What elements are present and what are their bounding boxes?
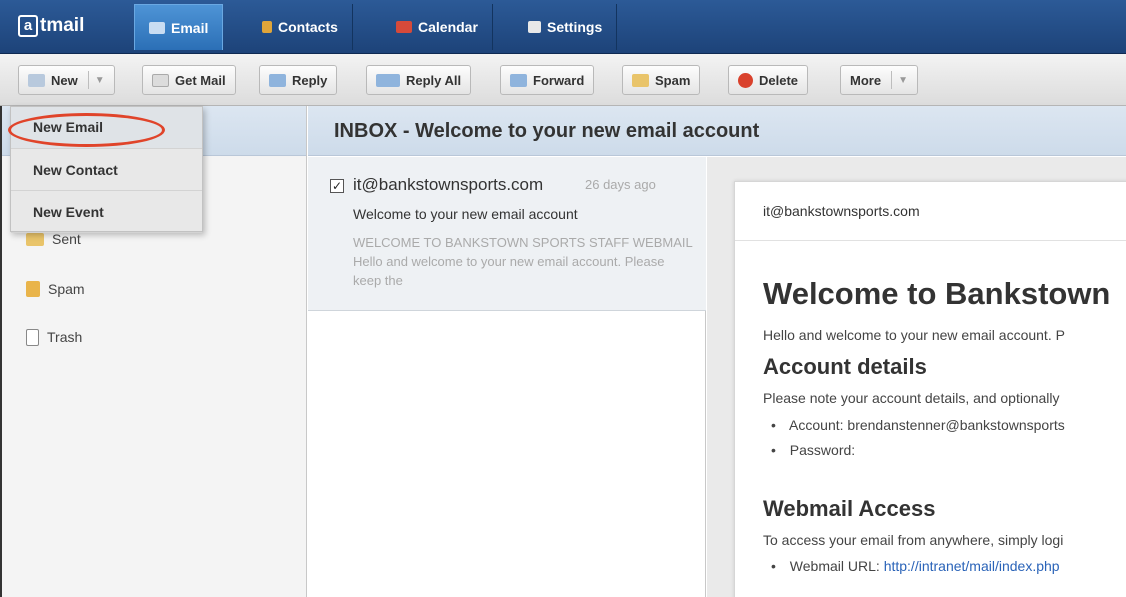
more-label: More bbox=[850, 72, 882, 88]
folder-sent-label: Sent bbox=[52, 231, 81, 247]
compose-icon bbox=[28, 73, 45, 87]
spam-folder-icon bbox=[26, 281, 40, 297]
reply-all-button[interactable]: Reply All bbox=[366, 65, 472, 95]
separator bbox=[891, 71, 893, 89]
more-button[interactable]: More ▼ bbox=[840, 65, 918, 95]
chevron-down-icon[interactable]: ▼ bbox=[95, 75, 105, 86]
calendar-icon bbox=[396, 21, 412, 33]
separator bbox=[87, 71, 89, 89]
top-nav-bar: a tmail Email Contacts Calendar Settings bbox=[0, 0, 1126, 54]
account-note: Please note your account details, and op… bbox=[763, 390, 1060, 406]
forward-button[interactable]: Forward bbox=[500, 65, 595, 95]
tab-calendar[interactable]: Calendar bbox=[382, 4, 493, 50]
new-button-label: New bbox=[51, 72, 78, 88]
reply-label: Reply bbox=[292, 72, 328, 88]
password-label: Password: bbox=[789, 442, 856, 458]
delete-icon bbox=[738, 72, 753, 88]
webmail-access-heading: Webmail Access bbox=[763, 496, 936, 521]
delete-label: Delete bbox=[759, 72, 799, 88]
email-sender: it@bankstownsports.com bbox=[763, 203, 920, 219]
folder-spam-label: Spam bbox=[48, 281, 85, 297]
new-button[interactable]: New ▼ bbox=[18, 65, 115, 95]
get-mail-icon bbox=[152, 73, 169, 87]
folder-spam[interactable]: Spam bbox=[26, 278, 85, 300]
forward-arrow-icon bbox=[510, 73, 527, 87]
message-age: 26 days ago bbox=[585, 177, 656, 192]
menu-item-new-event[interactable]: New Event bbox=[11, 191, 202, 233]
message-sender: it@bankstownsports.com bbox=[353, 175, 544, 194]
logo-at-icon: a bbox=[18, 15, 38, 37]
tab-email-label: Email bbox=[171, 19, 209, 36]
logo-text: tmail bbox=[40, 15, 85, 36]
message-checkbox[interactable]: ✓ bbox=[330, 179, 344, 193]
reading-pane: it@bankstownsports.com Welcome to Bankst… bbox=[707, 157, 1126, 597]
get-mail-button[interactable]: Get Mail bbox=[142, 65, 236, 95]
message-list: ✓ it@bankstownsports.com 26 days ago Wel… bbox=[308, 157, 706, 597]
tab-contacts[interactable]: Contacts bbox=[248, 4, 353, 50]
settings-icon bbox=[528, 21, 541, 33]
account-value: brendanstenner@bankstownsports bbox=[847, 417, 1065, 433]
reply-all-arrow-icon bbox=[376, 73, 400, 87]
sent-icon bbox=[26, 232, 44, 246]
email-body-card: it@bankstownsports.com Welcome to Bankst… bbox=[734, 181, 1126, 597]
inbox-header: INBOX - Welcome to your new email accoun… bbox=[308, 106, 1126, 156]
reply-all-label: Reply All bbox=[406, 72, 462, 88]
reply-button[interactable]: Reply bbox=[259, 65, 338, 95]
atmail-logo[interactable]: a tmail bbox=[18, 12, 84, 40]
tab-settings[interactable]: Settings bbox=[514, 4, 618, 50]
spam-button[interactable]: Spam bbox=[622, 65, 701, 95]
divider bbox=[735, 240, 1126, 241]
password-line: Password: bbox=[771, 442, 855, 458]
email-heading: Welcome to Bankstown bbox=[763, 276, 1111, 311]
tab-settings-label: Settings bbox=[547, 19, 603, 35]
account-label: Account: bbox=[789, 417, 844, 433]
message-preview: WELCOME TO BANKSTOWN SPORTS STAFF WEBMAI… bbox=[353, 235, 693, 288]
envelope-icon bbox=[149, 21, 165, 34]
tab-contacts-label: Contacts bbox=[278, 19, 338, 35]
account-line: Account: brendanstenner@bankstownsports bbox=[771, 417, 1065, 433]
folder-trash[interactable]: Trash bbox=[26, 326, 82, 348]
spam-label: Spam bbox=[655, 72, 691, 88]
delete-button[interactable]: Delete bbox=[728, 65, 809, 95]
reply-arrow-icon bbox=[269, 73, 286, 87]
get-mail-label: Get Mail bbox=[175, 72, 226, 88]
tab-calendar-label: Calendar bbox=[418, 19, 478, 35]
email-intro: Hello and welcome to your new email acco… bbox=[763, 327, 1065, 343]
tab-email[interactable]: Email bbox=[134, 4, 224, 50]
trash-icon bbox=[26, 328, 39, 346]
chevron-down-icon[interactable]: ▼ bbox=[898, 75, 908, 86]
webmail-url-line: Webmail URL: http://intranet/mail/index.… bbox=[771, 558, 1060, 574]
address-book-icon bbox=[262, 21, 272, 33]
list-item[interactable]: ✓ it@bankstownsports.com 26 days ago Wel… bbox=[308, 157, 706, 311]
webmail-url-label: Webmail URL: bbox=[789, 558, 880, 574]
webmail-note: To access your email from anywhere, simp… bbox=[763, 532, 1064, 548]
webmail-url-link[interactable]: http://intranet/mail/index.php bbox=[884, 558, 1060, 574]
toolbar: New ▼ Get Mail Reply Reply All Forward S… bbox=[0, 54, 1126, 106]
forward-label: Forward bbox=[533, 72, 585, 88]
message-subject: Welcome to your new email account bbox=[353, 206, 578, 222]
account-details-heading: Account details bbox=[763, 354, 927, 379]
spam-icon bbox=[632, 73, 649, 87]
highlight-annotation bbox=[8, 113, 165, 147]
folder-trash-label: Trash bbox=[47, 329, 83, 345]
menu-item-new-contact[interactable]: New Contact bbox=[11, 149, 202, 191]
